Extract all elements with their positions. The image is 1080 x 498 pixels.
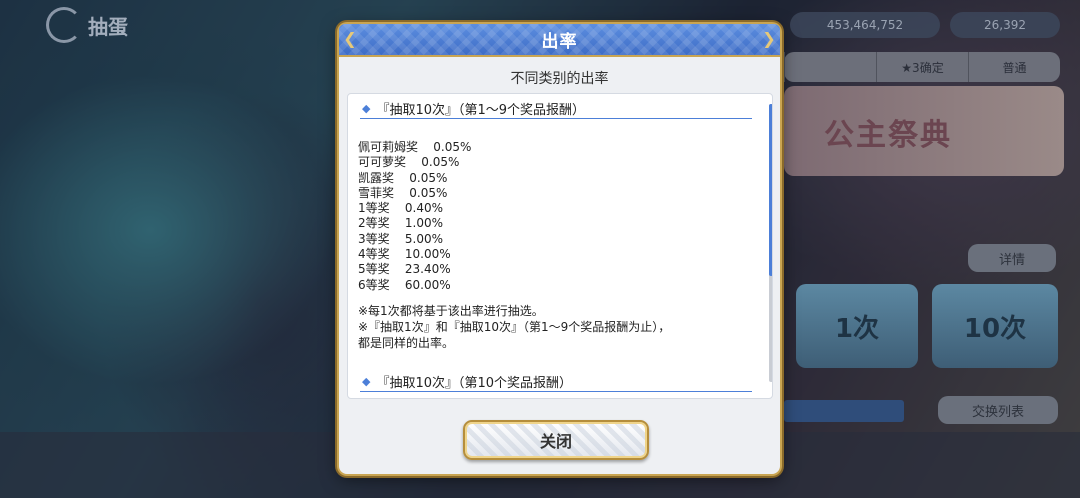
ticket-counter: 26,392 bbox=[950, 12, 1060, 38]
rate-row: 2等奖 1.00% bbox=[358, 216, 471, 231]
swirl-icon bbox=[46, 7, 82, 43]
point-gauge bbox=[784, 400, 904, 422]
rate-notes: ※每1次都将基于该出率进行抽选。 ※『抽取1次』和『抽取10次』（第1～9个奖品… bbox=[358, 303, 670, 351]
rate-row: 1等奖 0.40% bbox=[358, 201, 471, 216]
gacha-logo: 抽蛋 bbox=[46, 6, 176, 44]
prize-name: 4等奖 bbox=[358, 247, 390, 262]
rate-row: 佩可莉姆奖 0.05% bbox=[358, 140, 471, 155]
prize-name: 1等奖 bbox=[358, 201, 390, 216]
draw-1-button[interactable]: 1次 bbox=[796, 284, 918, 368]
tab-normal[interactable]: 普通 bbox=[968, 52, 1060, 82]
jewel-counter: 453,464,752 bbox=[790, 12, 940, 38]
gacha-tabs: ★3确定 普通 bbox=[784, 52, 1060, 82]
prize-name: 2等奖 bbox=[358, 216, 390, 231]
diamond-icon: ◆ bbox=[362, 101, 371, 115]
prize-rate: 0.05% bbox=[421, 155, 460, 170]
event-banner: 公主祭典 bbox=[784, 86, 1064, 176]
rate-row: 5等奖 23.40% bbox=[358, 262, 471, 277]
prize-name: 雪菲奖 bbox=[358, 185, 395, 200]
rate-list: 佩可莉姆奖 0.05% 可可萝奖 0.05% 凯露奖 0.05% 雪菲奖 0.05% 1… bbox=[358, 140, 471, 293]
banner-description bbox=[784, 176, 1064, 246]
details-button[interactable]: 详情 bbox=[968, 244, 1056, 272]
note-line: 都是同样的出率。 bbox=[358, 336, 455, 350]
section-header-1: ◆ 『抽取10次』（第1～9个奖品报酬） bbox=[360, 98, 752, 119]
gacha-logo-text: 抽蛋 bbox=[88, 14, 128, 39]
rate-row: 凯露奖 0.05% bbox=[358, 171, 471, 186]
prize-rate: 0.05% bbox=[409, 185, 448, 200]
exchange-list-button[interactable]: 交换列表 bbox=[938, 396, 1058, 424]
section-header-2: ◆ 『抽取10次』（第10个奖品报酬） bbox=[360, 371, 752, 392]
prize-rate: 0.05% bbox=[433, 140, 472, 154]
note-line: ※『抽取1次』和『抽取10次』（第1～9个奖品报酬为止）， bbox=[358, 320, 671, 334]
prize-name: 6等奖 bbox=[358, 277, 390, 292]
dialog-header: ❮ 出率 ❯ bbox=[339, 24, 780, 57]
ticket-count: 26,392 bbox=[984, 18, 1026, 32]
draw-10-button[interactable]: 10次 bbox=[932, 284, 1058, 368]
prize-name: 3等奖 bbox=[358, 231, 390, 246]
banner-title: 公主祭典 bbox=[824, 118, 952, 153]
rate-row: 3等奖 5.00% bbox=[358, 232, 471, 247]
jewel-count: 453,464,752 bbox=[826, 18, 904, 32]
rate-row: 可可萝奖 0.05% bbox=[358, 155, 471, 170]
scrollbar[interactable] bbox=[769, 104, 772, 382]
corner-ornament-icon: ❯ bbox=[762, 29, 776, 48]
prize-rate: 0.40% bbox=[404, 201, 444, 216]
section-header-2-text: 『抽取10次』（第10个奖品报酬） bbox=[376, 375, 573, 391]
prize-rate: 60.00% bbox=[404, 277, 451, 292]
prize-name: 佩可莉姆奖 bbox=[358, 140, 419, 154]
dialog-title: 出率 bbox=[541, 32, 578, 52]
note-line: ※每1次都将基于该出率进行抽选。 bbox=[358, 304, 544, 318]
close-button[interactable]: 关闭 bbox=[463, 420, 649, 460]
prize-rate: 10.00% bbox=[404, 247, 451, 262]
prize-name: 可可萝奖 bbox=[358, 155, 407, 170]
section-header-1-text: 『抽取10次』（第1～9个奖品报酬） bbox=[376, 102, 586, 118]
rate-scroll-area[interactable]: ◆ 『抽取10次』（第1～9个奖品报酬） 佩可莉姆奖 0.05% 可可萝奖 0.0… bbox=[347, 93, 773, 399]
prize-name: 凯露奖 bbox=[358, 170, 395, 185]
prize-rate: 23.40% bbox=[404, 262, 451, 277]
drop-rate-dialog: ❮ 出率 ❯ 不同类别的出率 ◆ 『抽取10次』（第1～9个奖品报酬） 佩可莉姆… bbox=[339, 24, 780, 474]
tab-3star[interactable]: ★3确定 bbox=[876, 52, 968, 82]
prize-rate: 0.05% bbox=[409, 170, 448, 185]
rate-row: 雪菲奖 0.05% bbox=[358, 186, 471, 201]
prize-rate: 5.00% bbox=[404, 231, 444, 246]
rate-row: 4等奖 10.00% bbox=[358, 247, 471, 262]
dialog-subtitle: 不同类别的出率 bbox=[510, 71, 609, 87]
prize-rate: 1.00% bbox=[404, 216, 444, 231]
prize-name: 5等奖 bbox=[358, 262, 390, 277]
tab-1[interactable] bbox=[784, 52, 876, 82]
scrollbar-thumb[interactable] bbox=[769, 104, 772, 276]
corner-ornament-icon: ❮ bbox=[343, 29, 357, 48]
diamond-icon: ◆ bbox=[362, 374, 371, 388]
rate-row: 6等奖 60.00% bbox=[358, 278, 471, 293]
